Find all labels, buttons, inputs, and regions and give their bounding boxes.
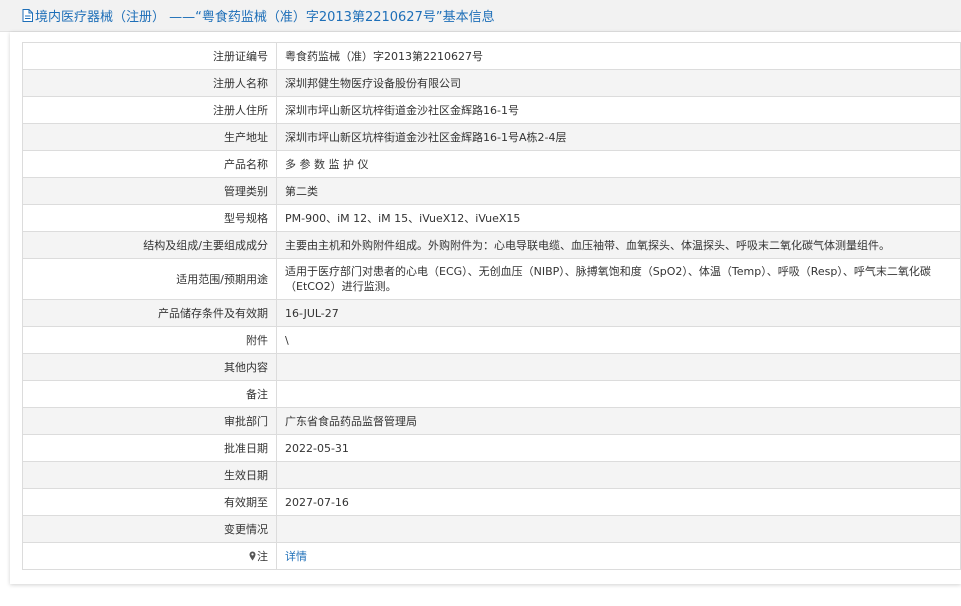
table-row: 产品储存条件及有效期 16-JUL-27 (22, 299, 961, 327)
table-row: 生效日期 (22, 461, 961, 489)
note-label: 注 (257, 549, 268, 563)
table-row: 型号规格 PM-900、iM 12、iM 15、iVueX12、iVueX15 (22, 204, 961, 232)
table-row: 生产地址 深圳市坪山新区坑梓街道金沙社区金辉路16-1号A栋2-4层 (22, 123, 961, 151)
table-row: 变更情况 (22, 515, 961, 543)
document-icon (22, 9, 33, 22)
info-panel: 注册证编号 粤食药监械（准）字2013第2210627号 注册人名称 深圳邦健生物医… (10, 32, 961, 584)
row-label: 型号规格 (22, 204, 277, 232)
row-label: 其他内容 (22, 353, 277, 381)
row-value (276, 380, 961, 408)
table-row: 注册人名称 深圳邦健生物医疗设备股份有限公司 (22, 69, 961, 97)
row-value (276, 461, 961, 489)
table-row: 备注 (22, 380, 961, 408)
table-row: 其他内容 (22, 353, 961, 381)
row-value: 广东省食品药品监督管理局 (276, 407, 961, 435)
page-header: 境内医疗器械（注册） ——“粤食药监械（准）字2013第2210627号”基本信… (0, 0, 961, 32)
row-value: 深圳市坪山新区坑梓街道金沙社区金辉路16-1号 (276, 96, 961, 124)
map-pin-icon (249, 550, 256, 560)
page-title: 境内医疗器械（注册） ——“粤食药监械（准）字2013第2210627号”基本信… (35, 10, 495, 25)
row-value (276, 353, 961, 381)
row-value: 多 参 数 监 护 仪 (276, 150, 961, 178)
table-row: 适用范围/预期用途 适用于医疗部门对患者的心电（ECG）、无创血压（NIBP）、脉… (22, 258, 961, 300)
row-value: \ (276, 326, 961, 354)
row-label: 附件 (22, 326, 277, 354)
table-row: 审批部门 广东省食品药品监督管理局 (22, 407, 961, 435)
row-label: 结构及组成/主要组成成分 (22, 231, 277, 259)
row-label: 备注 (22, 380, 277, 408)
table-row: 注册人住所 深圳市坪山新区坑梓街道金沙社区金辉路16-1号 (22, 96, 961, 124)
row-value: 2027-07-16 (276, 488, 961, 516)
row-value: 16-JUL-27 (276, 299, 961, 327)
row-label: 适用范围/预期用途 (22, 258, 277, 300)
row-label: 有效期至 (22, 488, 277, 516)
row-label: 产品储存条件及有效期 (22, 299, 277, 327)
row-label: 注册证编号 (22, 42, 277, 70)
row-value: 深圳邦健生物医疗设备股份有限公司 (276, 69, 961, 97)
row-label: 生效日期 (22, 461, 277, 489)
row-label: 注册人名称 (22, 69, 277, 97)
row-label: 变更情况 (22, 515, 277, 543)
note-row: 注 详情 (22, 542, 961, 570)
row-value: 粤食药监械（准）字2013第2210627号 (276, 42, 961, 70)
row-label: 管理类别 (22, 177, 277, 205)
row-value (276, 515, 961, 543)
details-link[interactable]: 详情 (285, 550, 307, 563)
row-label: 产品名称 (22, 150, 277, 178)
row-label: 生产地址 (22, 123, 277, 151)
table-row: 有效期至 2027-07-16 (22, 488, 961, 516)
table-row: 注册证编号 粤食药监械（准）字2013第2210627号 (22, 42, 961, 70)
note-value-cell: 详情 (276, 542, 961, 570)
table-row: 结构及组成/主要组成成分 主要由主机和外购附件组成。外购附件为：心电导联电缆、血压… (22, 231, 961, 259)
row-value: PM-900、iM 12、iM 15、iVueX12、iVueX15 (276, 204, 961, 232)
note-label-cell: 注 (22, 542, 277, 570)
row-value: 主要由主机和外购附件组成。外购附件为：心电导联电缆、血压袖带、血氧探头、体温探头… (276, 231, 961, 259)
row-value: 适用于医疗部门对患者的心电（ECG）、无创血压（NIBP）、脉搏氧饱和度（SpO… (276, 258, 961, 300)
table-row: 管理类别 第二类 (22, 177, 961, 205)
row-label: 审批部门 (22, 407, 277, 435)
table-row: 产品名称多 参 数 监 护 仪 (22, 150, 961, 178)
row-value: 第二类 (276, 177, 961, 205)
table-row: 附件 \ (22, 326, 961, 354)
table-row: 批准日期 2022-05-31 (22, 434, 961, 462)
row-value: 深圳市坪山新区坑梓街道金沙社区金辉路16-1号A栋2-4层 (276, 123, 961, 151)
row-value: 2022-05-31 (276, 434, 961, 462)
row-label: 批准日期 (22, 434, 277, 462)
row-label: 注册人住所 (22, 96, 277, 124)
info-table: 注册证编号 粤食药监械（准）字2013第2210627号 注册人名称 深圳邦健生物医… (22, 42, 961, 570)
